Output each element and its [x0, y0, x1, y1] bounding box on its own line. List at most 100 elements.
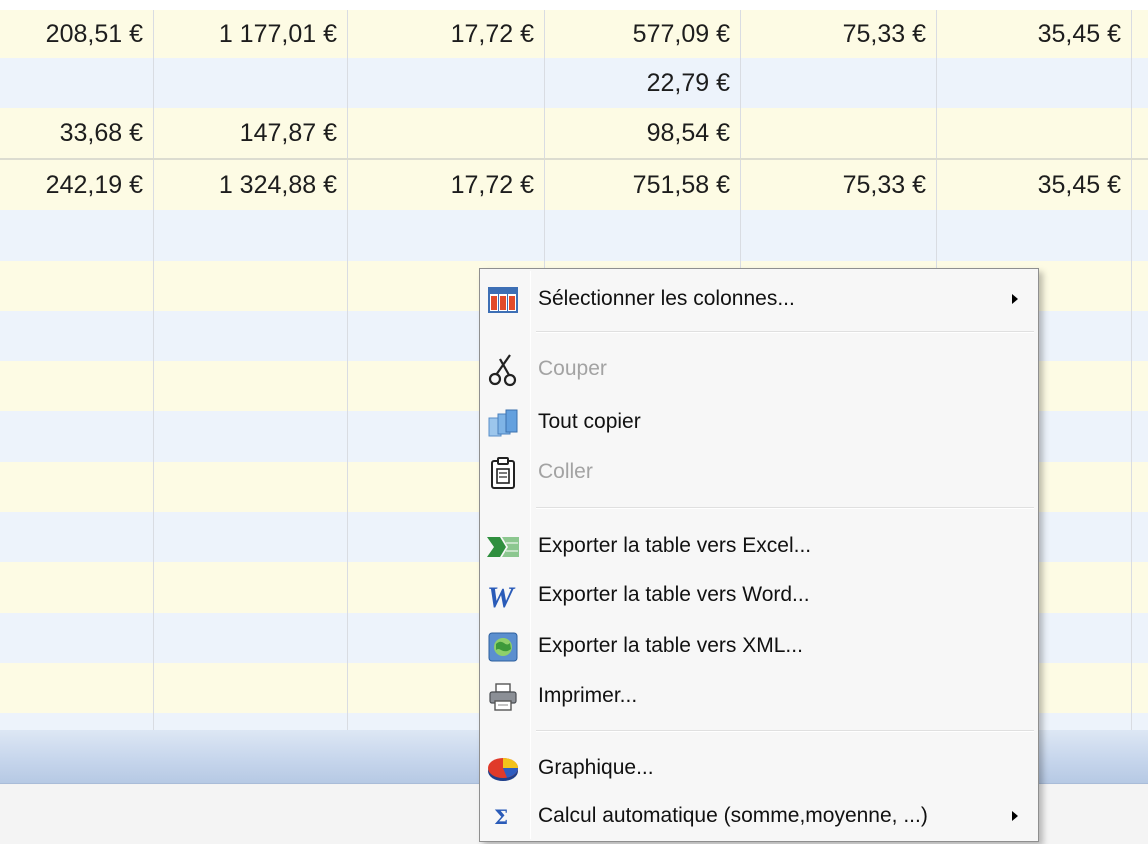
table-cell[interactable]: 208,51 € — [0, 10, 154, 58]
table-cell[interactable] — [741, 210, 937, 261]
table-cell-edge — [1132, 562, 1148, 613]
submenu-arrow-icon — [1012, 811, 1018, 821]
columns-icon — [486, 283, 520, 317]
menu-item-paste[interactable]: Coller — [482, 448, 1036, 496]
table-cell[interactable] — [0, 613, 154, 663]
table-cell[interactable] — [0, 562, 154, 613]
menu-item-label: Imprimer... — [538, 684, 638, 707]
menu-item-label: Sélectionner les colonnes... — [538, 287, 795, 310]
table-cell[interactable]: 147,87 € — [154, 108, 348, 158]
table-cell-edge — [1132, 411, 1148, 462]
context-menu[interactable]: Sélectionner les colonnes... Couper Tout… — [479, 268, 1039, 842]
table-cell-edge — [1132, 613, 1148, 663]
table-cell[interactable] — [154, 562, 348, 613]
table-cell-edge — [1132, 462, 1148, 512]
table-cell[interactable] — [154, 411, 348, 462]
menu-item-export-word[interactable]: W Exporter la table vers Word... — [482, 571, 1036, 619]
table-cell[interactable] — [0, 462, 154, 512]
table-cell[interactable] — [937, 58, 1132, 108]
table-row[interactable] — [0, 210, 1148, 261]
table-cell[interactable] — [348, 108, 545, 158]
table-cell[interactable]: 17,72 € — [348, 160, 545, 210]
clipboard-icon — [486, 456, 520, 490]
table-cell[interactable] — [0, 261, 154, 311]
table-cell[interactable] — [937, 210, 1132, 261]
menu-item-label: Graphique... — [538, 756, 654, 779]
table-cell[interactable] — [154, 261, 348, 311]
table-cell-edge — [1132, 261, 1148, 311]
menu-separator — [536, 507, 1034, 509]
table-cell[interactable] — [0, 713, 154, 730]
table-cell[interactable]: 75,33 € — [741, 160, 937, 210]
table-cell[interactable] — [0, 58, 154, 108]
menu-item-auto-calc[interactable]: Σ Calcul automatique (somme,moyenne, ...… — [482, 792, 1036, 840]
table-cell[interactable] — [0, 663, 154, 713]
table-row[interactable]: 208,51 € 1 177,01 € 17,72 € 577,09 € 75,… — [0, 10, 1148, 58]
table-cell-edge — [1132, 210, 1148, 261]
table-cell[interactable]: 17,72 € — [348, 10, 545, 58]
table-total-row[interactable]: 242,19 € 1 324,88 € 17,72 € 751,58 € 75,… — [0, 158, 1148, 210]
table-cell-edge — [1132, 512, 1148, 562]
menu-item-print[interactable]: Imprimer... — [482, 672, 1036, 720]
menu-item-select-columns[interactable]: Sélectionner les colonnes... — [482, 275, 1036, 323]
table-cell[interactable]: 75,33 € — [741, 10, 937, 58]
menu-item-copy-all[interactable]: Tout copier — [482, 398, 1036, 446]
menu-item-label: Exporter la table vers Excel... — [538, 534, 812, 557]
word-icon: W — [486, 579, 520, 613]
menu-item-chart[interactable]: Graphique... — [482, 744, 1036, 792]
table-row[interactable]: 33,68 € 147,87 € 98,54 € — [0, 108, 1148, 158]
table-cell[interactable]: 1 177,01 € — [154, 10, 348, 58]
menu-item-label: Coller — [538, 460, 593, 483]
table-cell[interactable] — [937, 108, 1132, 158]
table-cell[interactable] — [0, 361, 154, 411]
table-cell-edge — [1132, 361, 1148, 411]
table-cell[interactable] — [154, 210, 348, 261]
menu-item-export-xml[interactable]: Exporter la table vers XML... — [482, 622, 1036, 670]
table-cell[interactable] — [154, 311, 348, 361]
table-row[interactable]: 22,79 € — [0, 58, 1148, 108]
table-cell[interactable] — [0, 411, 154, 462]
table-cell[interactable]: 35,45 € — [937, 10, 1132, 58]
menu-item-cut[interactable]: Couper — [482, 345, 1036, 393]
table-cell[interactable]: 577,09 € — [545, 10, 741, 58]
xml-globe-icon — [486, 630, 520, 664]
menu-item-label: Exporter la table vers Word... — [538, 583, 810, 606]
table-cell[interactable]: 35,45 € — [937, 160, 1132, 210]
table-cell[interactable] — [0, 311, 154, 361]
table-cell[interactable] — [154, 512, 348, 562]
table-cell[interactable]: 98,54 € — [545, 108, 741, 158]
svg-text:W: W — [487, 581, 516, 611]
copy-icon — [486, 406, 520, 440]
table-cell[interactable] — [0, 210, 154, 261]
table-cell[interactable] — [154, 663, 348, 713]
table-cell[interactable] — [154, 361, 348, 411]
table-cell[interactable] — [741, 108, 937, 158]
table-cell[interactable]: 751,58 € — [545, 160, 741, 210]
table-cell[interactable] — [0, 512, 154, 562]
table-cell[interactable]: 33,68 € — [0, 108, 154, 158]
scissors-icon — [486, 353, 520, 387]
table-cell-edge — [1132, 663, 1148, 713]
table-cell[interactable] — [154, 713, 348, 730]
sigma-icon: Σ — [486, 800, 520, 834]
table-cell[interactable] — [348, 210, 545, 261]
table-cell[interactable] — [154, 613, 348, 663]
table-cell[interactable] — [741, 58, 937, 108]
menu-separator — [536, 331, 1034, 333]
table-cell[interactable] — [348, 58, 545, 108]
menu-item-label: Couper — [538, 357, 607, 380]
pie-chart-icon — [486, 752, 520, 786]
table-cell-edge — [1132, 311, 1148, 361]
table-cell-edge — [1132, 108, 1148, 158]
menu-item-label: Tout copier — [538, 410, 641, 433]
table-cell[interactable] — [154, 58, 348, 108]
table-cell[interactable]: 1 324,88 € — [154, 160, 348, 210]
table-cell[interactable] — [545, 210, 741, 261]
submenu-arrow-icon — [1012, 294, 1018, 304]
table-cell[interactable] — [154, 462, 348, 512]
table-cell[interactable]: 22,79 € — [545, 58, 741, 108]
printer-icon — [486, 680, 520, 714]
table-cell[interactable]: 242,19 € — [0, 160, 154, 210]
menu-item-export-excel[interactable]: Exporter la table vers Excel... — [482, 522, 1036, 570]
excel-icon — [486, 530, 520, 564]
